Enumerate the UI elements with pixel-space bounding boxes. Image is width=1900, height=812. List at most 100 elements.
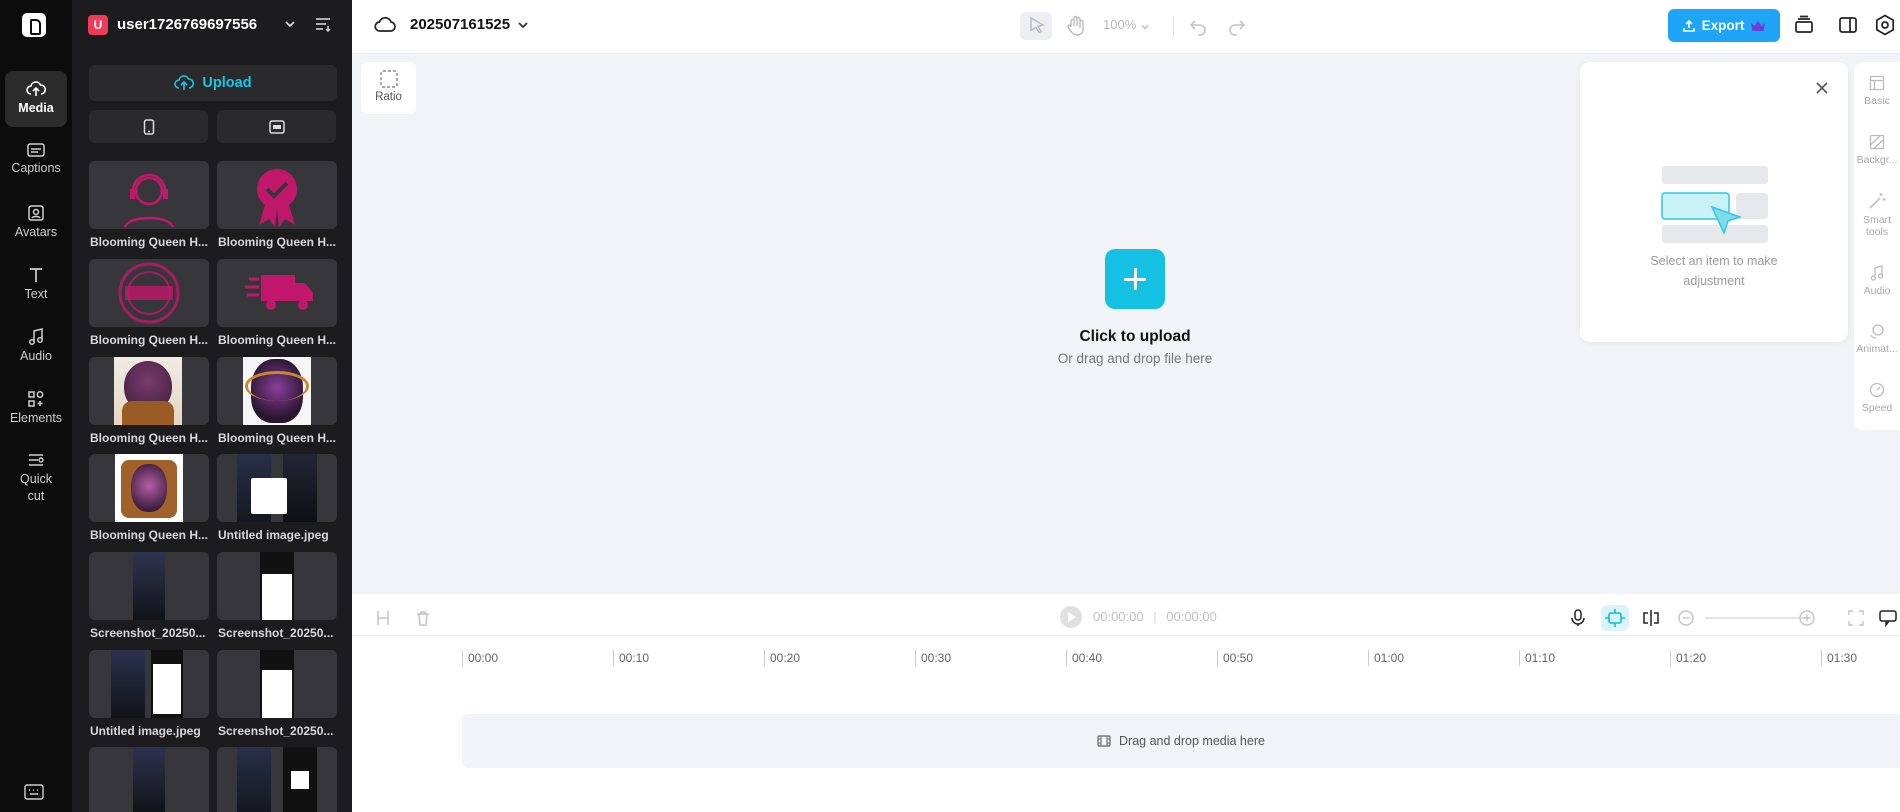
comment-icon[interactable] (1878, 608, 1898, 628)
media-drop-track[interactable]: Drag and drop media here (462, 714, 1900, 768)
rail-item-label: Avatars (14, 225, 58, 239)
media-thumbnail[interactable] (217, 454, 337, 522)
media-label: Blooming Queen H... (90, 431, 209, 445)
quick-cut-icon (29, 454, 44, 466)
desktop-source-button[interactable] (217, 110, 336, 143)
fit-timeline-icon[interactable] (1846, 608, 1866, 628)
text-icon (30, 268, 42, 282)
screenshot-image (133, 747, 165, 812)
media-thumbnail[interactable] (89, 650, 209, 718)
select-tool-button[interactable] (1020, 12, 1052, 40)
screenshot-image (237, 747, 271, 812)
zoom-out-icon[interactable] (1676, 608, 1696, 628)
avatar-icon (28, 205, 44, 221)
sort-menu-icon[interactable] (314, 16, 332, 32)
time-ruler-tick: 01:30 (1821, 650, 1857, 666)
prop-tab-speed[interactable]: Speed (1854, 382, 1900, 414)
cloud-upload-icon (26, 81, 46, 96)
screenshot-image (283, 747, 317, 812)
user-avatar[interactable]: U (88, 15, 108, 35)
ratio-button[interactable]: Ratio (361, 62, 416, 114)
prop-tab-smart-tools[interactable]: Smart tools (1854, 192, 1900, 242)
prop-tab-animation[interactable]: Animat... (1854, 323, 1900, 355)
redo-icon[interactable] (1227, 16, 1247, 36)
screenshot-image (283, 454, 317, 522)
zoom-level[interactable]: 100% (1103, 17, 1136, 33)
layout-panel-icon[interactable] (1838, 15, 1858, 35)
chevron-down-icon[interactable] (516, 18, 530, 32)
media-thumbnail[interactable] (217, 161, 337, 229)
magnet-snap-icon (1605, 609, 1625, 627)
upload-title[interactable]: Click to upload (1000, 328, 1270, 346)
rail-item-avatars[interactable]: Avatars (5, 195, 67, 251)
rail-item-elements[interactable]: Elements (5, 381, 67, 437)
rail-item-text[interactable]: Text (5, 257, 67, 313)
select-item-illustration (1660, 165, 1770, 245)
rail-item-captions[interactable]: Captions (5, 133, 67, 189)
split-icon[interactable] (373, 608, 393, 628)
prop-tab-audio[interactable]: Audio (1854, 265, 1900, 297)
media-thumbnail[interactable] (217, 259, 337, 327)
rail-item-quick-cut[interactable]: Quick cut (5, 443, 67, 507)
background-icon (1869, 134, 1885, 150)
window-icon (268, 119, 285, 134)
prop-label: Basic (1864, 95, 1890, 107)
play-button[interactable] (1060, 606, 1082, 628)
add-media-button[interactable] (1105, 249, 1165, 309)
link-clips-icon[interactable] (1641, 608, 1661, 628)
media-label: Screenshot_20250... (90, 626, 206, 640)
media-label: Blooming Queen H... (218, 235, 337, 249)
chevron-down-icon[interactable] (283, 17, 297, 31)
keyboard-shortcuts-icon[interactable] (24, 784, 44, 800)
media-thumbnail[interactable] (89, 357, 209, 425)
gear-icon[interactable] (1874, 14, 1896, 36)
cursor-arrow-icon (1030, 16, 1045, 34)
media-thumbnail[interactable] (89, 552, 209, 620)
media-thumbnail[interactable] (89, 161, 209, 229)
prop-label: Backgr... (1856, 154, 1898, 166)
export-button[interactable]: Export (1668, 9, 1780, 42)
chevron-down-icon[interactable] (1140, 19, 1150, 30)
media-thumbnail[interactable] (217, 357, 337, 425)
cloud-sync-icon[interactable] (374, 16, 396, 34)
media-thumbnail[interactable] (89, 454, 209, 522)
close-icon[interactable] (1813, 79, 1831, 97)
zoom-slider[interactable] (1705, 617, 1805, 619)
hand-tool-button[interactable] (1060, 12, 1092, 40)
rail-item-label: Elements (9, 411, 63, 425)
rail-item-audio[interactable]: Audio (5, 319, 67, 375)
undo-icon[interactable] (1188, 16, 1208, 36)
layers-icon[interactable] (1794, 15, 1814, 35)
prop-label: Speed (1861, 402, 1893, 414)
capcut-logo-icon[interactable] (22, 13, 46, 37)
rail-item-media[interactable]: Media (5, 71, 67, 127)
portrait-image (114, 357, 182, 425)
media-thumbnail[interactable] (89, 747, 209, 812)
media-label: Blooming Queen H... (90, 235, 209, 249)
time-ruler-tick: 01:00 (1368, 650, 1404, 666)
auto-snap-toggle[interactable] (1601, 605, 1629, 631)
microphone-icon[interactable] (1568, 608, 1588, 628)
media-thumbnail[interactable] (217, 747, 337, 812)
prop-tab-background[interactable]: Backgr... (1854, 134, 1900, 166)
portrait-image (115, 454, 183, 522)
prop-tab-basic[interactable]: Basic (1854, 75, 1900, 107)
rail-item-label: Audio (20, 349, 52, 363)
trash-icon[interactable] (413, 608, 433, 628)
zoom-in-icon[interactable] (1797, 608, 1817, 628)
time-ruler-tick: 00:40 (1066, 650, 1102, 666)
media-thumbnail[interactable] (89, 259, 209, 327)
prop-label: Audio (1863, 285, 1891, 297)
aspect-ratio-icon (379, 70, 398, 88)
animation-icon (1870, 324, 1884, 339)
phone-icon (143, 118, 154, 135)
phone-source-button[interactable] (89, 110, 208, 143)
screenshot-image (151, 650, 183, 718)
media-thumbnail[interactable] (217, 552, 337, 620)
upload-button[interactable]: Upload (89, 65, 337, 101)
media-thumbnail[interactable] (217, 650, 337, 718)
project-title[interactable]: 202507161525 (410, 16, 510, 34)
music-note-icon (29, 328, 43, 345)
username[interactable]: user1726769697556 (117, 15, 273, 35)
properties-rail (1854, 62, 1900, 430)
